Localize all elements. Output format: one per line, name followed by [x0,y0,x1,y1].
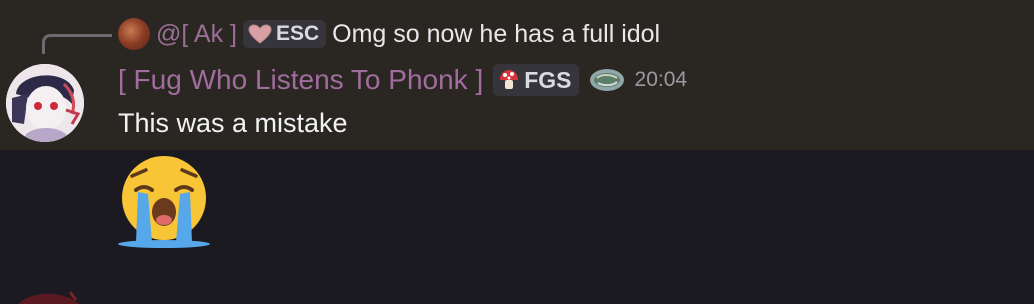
world-badge-icon[interactable] [589,68,625,92]
loudly-crying-face-icon[interactable] [114,154,214,248]
reply-preview[interactable]: @[ Ak ] ESC Omg so now he has a full ido… [118,17,660,51]
message-text: This was a mistake [118,108,348,138]
reply-text[interactable]: Omg so now he has a full idol [332,20,660,49]
next-message-avatar[interactable] [10,284,90,304]
reply-connector-line [42,34,112,54]
reply-author-name[interactable]: @[ Ak ] [156,20,237,49]
server-tag-label: FGS [524,66,572,93]
server-tag[interactable]: FGS [493,64,579,96]
avatar[interactable] [6,64,84,142]
mushroom-icon [500,70,519,89]
anime-avatar-image [6,64,84,142]
message-header: [ Fug Who Listens To Phonk ] FGS 20:04 [118,60,687,100]
reply-tag-label: ESC [275,22,320,45]
reply-server-tag[interactable]: ESC [242,20,327,48]
heart-icon [248,24,272,44]
timestamp[interactable]: 20:04 [635,68,688,92]
username[interactable]: [ Fug Who Listens To Phonk ] [118,64,483,96]
reply-avatar[interactable] [118,18,150,50]
